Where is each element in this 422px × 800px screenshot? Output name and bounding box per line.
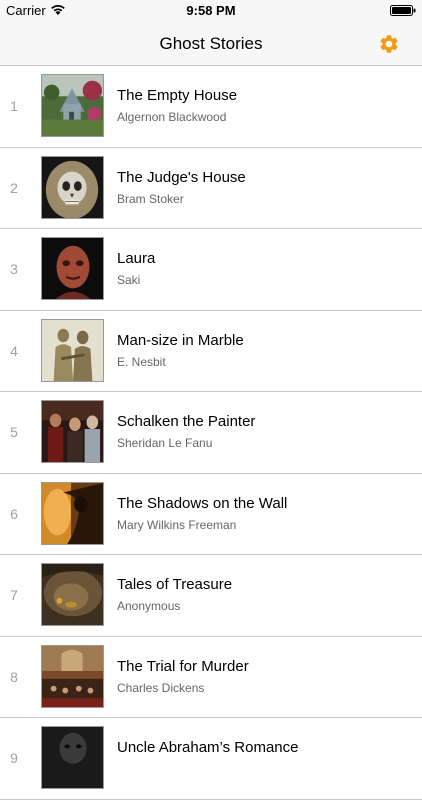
story-thumbnail [41, 155, 104, 219]
story-thumbnail [41, 726, 104, 789]
row-number: 5 [10, 424, 18, 440]
row-number: 4 [10, 342, 18, 359]
row-number: 3 [10, 261, 18, 277]
story-row[interactable]: 7 Tales of Treasure Anonymous [0, 555, 422, 637]
story-thumbnail [41, 318, 104, 382]
skull-judge-image [42, 156, 103, 218]
story-row[interactable]: 3 Laura Saki [0, 229, 422, 311]
courtroom-image [42, 645, 103, 707]
shadow-wall-image [42, 482, 103, 544]
story-row[interactable]: 8 The Trial for Murder Charles Dickens [0, 637, 422, 718]
page-title: Ghost Stories [159, 34, 263, 53]
story-row[interactable]: 1 The Empty House Algernon Blackwood [0, 66, 422, 148]
story-title: The Empty House [117, 87, 238, 104]
row-number: 9 [10, 750, 18, 766]
story-author: Mary Wilkins Freeman [117, 517, 237, 532]
treasure-cave-image [42, 564, 103, 625]
gear-icon[interactable] [378, 33, 400, 55]
story-list: 1 The Empty House Algernon Blackwood 2 T… [0, 66, 422, 800]
story-author: E. Nesbit [117, 354, 166, 369]
row-number: 6 [10, 505, 18, 522]
story-author: Algernon Blackwood [117, 110, 227, 124]
story-thumbnail [41, 74, 104, 137]
row-number: 7 [10, 587, 18, 603]
story-author: Bram Stoker [117, 191, 184, 206]
story-row[interactable]: 6 The Shadows on the Wall Mary Wilkins F… [0, 474, 422, 555]
story-title: The Judge's House [117, 168, 246, 186]
clock: 9:58 PM [186, 3, 236, 18]
story-thumbnail [41, 400, 104, 463]
story-row[interactable]: 5 Schalken the Painter Sheridan Le Fanu [0, 392, 422, 474]
story-title: Uncle Abraham’s Romance [117, 739, 299, 756]
painting-scene-image [42, 401, 103, 462]
story-thumbnail [41, 563, 104, 626]
story-thumbnail [41, 481, 104, 545]
story-title: The Trial for Murder [117, 657, 249, 675]
story-title: The Shadows on the Wall [117, 494, 288, 512]
row-number: 8 [10, 668, 18, 685]
story-author: Sheridan Le Fanu [117, 436, 213, 450]
row-number: 1 [10, 98, 18, 114]
story-title: Man-size in Marble [117, 331, 244, 349]
row-number: 2 [10, 179, 18, 196]
battery-icon [390, 5, 416, 16]
navigation-bar: Ghost Stories [0, 22, 422, 66]
face-portrait-image [42, 238, 103, 299]
status-bar: Carrier 9:58 PM [0, 0, 422, 22]
story-row[interactable]: 4 Man-size in Marble E. Nesbit [0, 311, 422, 392]
story-row[interactable]: 9 Uncle Abraham’s Romance [0, 718, 422, 800]
story-title: Laura [117, 250, 156, 267]
story-author: Saki [117, 273, 141, 287]
story-thumbnail [41, 237, 104, 300]
story-thumbnail [41, 644, 104, 708]
story-title: Tales of Treasure [117, 576, 233, 593]
haunted-house-image [42, 75, 103, 136]
story-row[interactable]: 2 The Judge's House Bram Stoker [0, 148, 422, 229]
marble-statue-image [42, 319, 103, 381]
story-author: Charles Dickens [117, 680, 205, 695]
dark-portrait-image [42, 727, 103, 788]
story-author: Anonymous [117, 599, 181, 613]
story-title: Schalken the Painter [117, 413, 256, 430]
